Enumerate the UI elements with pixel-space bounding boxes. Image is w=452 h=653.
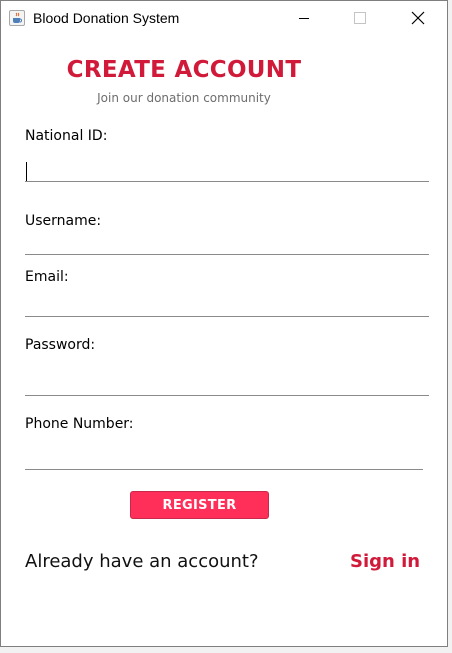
page-subtitle: Join our donation community [97,91,271,105]
email-label: Email: [25,269,69,285]
national-id-label: National ID: [25,128,108,144]
minimize-icon [299,17,309,19]
sign-in-link[interactable]: Sign in [350,551,420,572]
email-field[interactable] [25,293,429,317]
form-panel: CREATE ACCOUNT Join our donation communi… [1,34,447,648]
maximize-button[interactable] [337,1,383,34]
password-label: Password: [25,337,96,353]
title-bar[interactable]: Blood Donation System [1,1,447,34]
username-label: Username: [25,213,102,229]
already-account-text: Already have an account? [25,551,259,572]
close-button[interactable] [395,1,441,34]
text-cursor [26,162,27,181]
register-button[interactable]: REGISTER [130,491,269,519]
password-field[interactable] [25,372,429,396]
register-window: Blood Donation System CREATE ACCOUNT Joi… [0,0,448,647]
java-cup-icon[interactable] [9,10,25,26]
national-id-field[interactable] [25,158,429,182]
maximize-icon [354,11,366,24]
page-title: CREATE ACCOUNT [66,57,302,83]
minimize-button[interactable] [281,1,327,34]
phone-number-field[interactable] [25,446,423,470]
close-icon [411,11,425,24]
phone-number-label: Phone Number: [25,416,134,432]
window-title: Blood Donation System [33,10,180,26]
username-field[interactable] [25,231,429,255]
